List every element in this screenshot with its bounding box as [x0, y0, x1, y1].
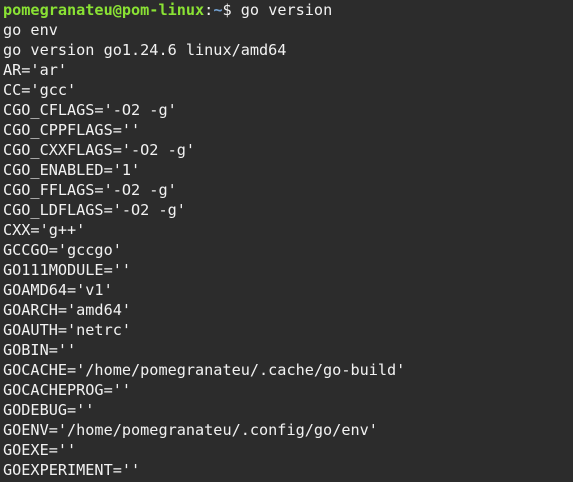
output-line: GOENV='/home/pomegranateu/.config/go/env…	[3, 421, 378, 439]
output-line: GO111MODULE=''	[3, 261, 132, 279]
output-line: go version go1.24.6 linux/amd64	[3, 41, 287, 59]
output-line: GOAUTH='netrc'	[3, 321, 132, 339]
prompt-symbol: $	[222, 1, 241, 19]
output-line: CXX='g++'	[3, 221, 86, 239]
output-line: CGO_ENABLED='1'	[3, 161, 141, 179]
output-line: AR='ar'	[3, 61, 68, 79]
prompt-colon: :	[204, 1, 214, 19]
prompt-user-host: pomegranateu@pom-linux	[3, 1, 205, 19]
output-line: CGO_FFLAGS='-O2 -g'	[3, 181, 177, 199]
output-line: CC='gcc'	[3, 81, 77, 99]
output-line: GOEXPERIMENT=''	[3, 461, 141, 479]
output-line: go env	[3, 21, 58, 39]
prompt-line: pomegranateu@pom-linux:~$ go version	[3, 0, 573, 20]
output-line: CGO_CPPFLAGS=''	[3, 121, 141, 139]
output-line: GOCACHE='/home/pomegranateu/.cache/go-bu…	[3, 361, 406, 379]
output-line: GOEXE=''	[3, 441, 77, 459]
prompt-command: go version	[240, 1, 333, 19]
output-line: GOBIN=''	[3, 341, 77, 359]
output-line: CGO_CFLAGS='-O2 -g'	[3, 101, 177, 119]
output-line: GCCGO='gccgo'	[3, 241, 122, 259]
output-line: CGO_LDFLAGS='-O2 -g'	[3, 201, 186, 219]
output-line: GOAMD64='v1'	[3, 281, 113, 299]
output-line: GOARCH='amd64'	[3, 301, 132, 319]
output-line: CGO_CXXFLAGS='-O2 -g'	[3, 141, 196, 159]
output-line: GOCACHEPROG=''	[3, 381, 132, 399]
terminal-window[interactable]: pomegranateu@pom-linux:~$ go version go …	[0, 0, 573, 482]
output-line: GODEBUG=''	[3, 401, 95, 419]
